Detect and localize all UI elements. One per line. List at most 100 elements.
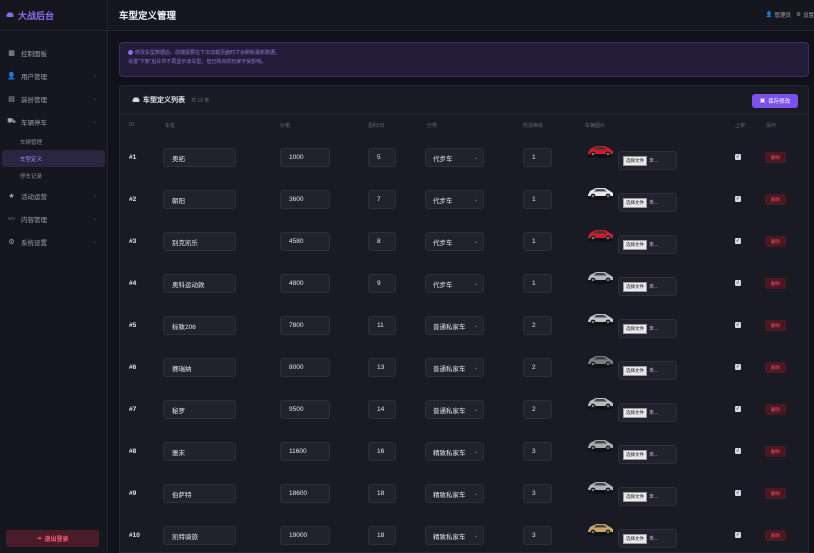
delete-button[interactable]: 删除 <box>765 530 786 541</box>
sidebar-subitem[interactable]: 车辆管理 <box>0 133 107 150</box>
file-input[interactable]: 选择文件 未... <box>618 151 677 170</box>
category-select[interactable]: 代步车 ⌄ <box>425 148 484 167</box>
choose-file-button[interactable]: 选择文件 <box>623 155 647 166</box>
category-select[interactable]: 代步车 ⌄ <box>425 274 484 293</box>
listed-checkbox[interactable]: ✓ <box>735 196 741 202</box>
delete-button[interactable]: 删除 <box>765 446 786 457</box>
brand[interactable]: 大战后台 <box>0 0 107 31</box>
file-input[interactable]: 选择文件 未... <box>618 235 677 254</box>
daily-profit-input[interactable]: 7 <box>368 190 396 209</box>
choose-file-button[interactable]: 选择文件 <box>623 281 647 292</box>
car-name-input[interactable]: 伯萨特 <box>163 484 236 503</box>
sidebar-subitem[interactable]: 停车记录 <box>0 167 107 184</box>
file-input[interactable]: 选择文件 未... <box>618 403 677 422</box>
price-input[interactable]: 19000 <box>280 526 330 545</box>
category-select[interactable]: 普通私家车 ⌄ <box>425 400 484 419</box>
listed-checkbox[interactable]: ✓ <box>735 238 741 244</box>
category-select[interactable]: 精致私家车 ⌄ <box>425 484 484 503</box>
listed-checkbox[interactable]: ✓ <box>735 490 741 496</box>
delete-button[interactable]: 删除 <box>765 236 786 247</box>
listed-checkbox[interactable]: ✓ <box>735 406 741 412</box>
car-name-input[interactable]: 标致206 <box>163 316 236 335</box>
category-select[interactable]: 代步车 ⌄ <box>425 190 484 209</box>
level-input[interactable]: 3 <box>523 484 552 503</box>
delete-button[interactable]: 删除 <box>765 320 786 331</box>
sidebar-item-user[interactable]: 👤 用户管理 ⌄ <box>0 64 107 87</box>
sidebar-item-star[interactable]: ★ 活动运营 ⌄ <box>0 184 107 207</box>
sidebar-item-car[interactable]: ⛟ 车辆停车 ⌄ <box>0 110 107 133</box>
delete-button[interactable]: 删除 <box>765 278 786 289</box>
daily-profit-input[interactable]: 11 <box>368 316 396 335</box>
price-input[interactable]: 8000 <box>280 358 330 377</box>
sidebar-item-gear[interactable]: ⚙ 系统设置 ⌄ <box>0 230 107 253</box>
price-input[interactable]: 9500 <box>280 400 330 419</box>
daily-profit-input[interactable]: 5 <box>368 148 396 167</box>
category-select[interactable]: 代步车 ⌄ <box>425 232 484 251</box>
car-name-input[interactable]: 奥拓 <box>163 148 236 167</box>
car-name-input[interactable]: 雅末 <box>163 442 236 461</box>
price-input[interactable]: 1000 <box>280 148 330 167</box>
choose-file-button[interactable]: 选择文件 <box>623 323 647 334</box>
daily-profit-input[interactable]: 13 <box>368 358 396 377</box>
choose-file-button[interactable]: 选择文件 <box>623 239 647 250</box>
file-input[interactable]: 选择文件 未... <box>618 361 677 380</box>
choose-file-button[interactable]: 选择文件 <box>623 197 647 208</box>
daily-profit-input[interactable]: 18 <box>368 484 396 503</box>
listed-checkbox[interactable]: ✓ <box>735 322 741 328</box>
file-input[interactable]: 选择文件 未... <box>618 529 677 548</box>
listed-checkbox[interactable]: ✓ <box>735 364 741 370</box>
sidebar-subitem[interactable]: 车型定义 <box>2 150 105 167</box>
level-input[interactable]: 3 <box>523 442 552 461</box>
daily-profit-input[interactable]: 8 <box>368 232 396 251</box>
level-input[interactable]: 1 <box>523 148 552 167</box>
logout-button[interactable]: ⇥ 退出登录 <box>6 530 99 547</box>
listed-checkbox[interactable]: ✓ <box>735 154 741 160</box>
choose-file-button[interactable]: 选择文件 <box>623 491 647 502</box>
listed-checkbox[interactable]: ✓ <box>735 280 741 286</box>
sidebar-item-chart[interactable]: 〰内容管理 ⌄ <box>0 207 107 230</box>
level-input[interactable]: 1 <box>523 274 552 293</box>
save-button[interactable]: ▣ 保存修改 <box>752 94 798 108</box>
car-name-input[interactable]: 赛瑞纳 <box>163 358 236 377</box>
delete-button[interactable]: 删除 <box>765 152 786 163</box>
category-select[interactable]: 精致私家车 ⌄ <box>425 526 484 545</box>
level-input[interactable]: 2 <box>523 316 552 335</box>
level-input[interactable]: 3 <box>523 526 552 545</box>
daily-profit-input[interactable]: 9 <box>368 274 396 293</box>
car-name-input[interactable]: 别克凯乐 <box>163 232 236 251</box>
file-input[interactable]: 选择文件 未... <box>618 277 677 296</box>
file-input[interactable]: 选择文件 未... <box>618 193 677 212</box>
level-input[interactable]: 2 <box>523 400 552 419</box>
car-name-input[interactable]: 奥科运动款 <box>163 274 236 293</box>
category-select[interactable]: 普通私家车 ⌄ <box>425 358 484 377</box>
sidebar-item-dashboard[interactable]: ▦ 控制面板 <box>0 41 107 64</box>
car-name-input[interactable]: 朝阳 <box>163 190 236 209</box>
delete-button[interactable]: 删除 <box>765 404 786 415</box>
listed-checkbox[interactable]: ✓ <box>735 532 741 538</box>
listed-checkbox[interactable]: ✓ <box>735 448 741 454</box>
price-input[interactable]: 11600 <box>280 442 330 461</box>
file-input[interactable]: 选择文件 未... <box>618 487 677 506</box>
daily-profit-input[interactable]: 14 <box>368 400 396 419</box>
price-input[interactable]: 4800 <box>280 274 330 293</box>
category-select[interactable]: 精致私家车 ⌄ <box>425 442 484 461</box>
level-input[interactable]: 1 <box>523 190 552 209</box>
choose-file-button[interactable]: 选择文件 <box>623 533 647 544</box>
delete-button[interactable]: 删除 <box>765 362 786 373</box>
daily-profit-input[interactable]: 18 <box>368 526 396 545</box>
category-select[interactable]: 普通私家车 ⌄ <box>425 316 484 335</box>
sidebar-item-card[interactable]: ▤ 装扮管理 ⌄ <box>0 87 107 110</box>
admin-menu[interactable]: 👤 管理员 <box>766 11 791 19</box>
price-input[interactable]: 7800 <box>280 316 330 335</box>
price-input[interactable]: 18600 <box>280 484 330 503</box>
car-name-input[interactable]: 秘罗 <box>163 400 236 419</box>
delete-button[interactable]: 删除 <box>765 488 786 499</box>
price-input[interactable]: 3600 <box>280 190 330 209</box>
price-input[interactable]: 4580 <box>280 232 330 251</box>
car-name-input[interactable]: 凯特骑旅 <box>163 526 236 545</box>
settings-menu[interactable]: ⚙ 设置 <box>796 11 814 19</box>
level-input[interactable]: 1 <box>523 232 552 251</box>
file-input[interactable]: 选择文件 未... <box>618 319 677 338</box>
delete-button[interactable]: 删除 <box>765 194 786 205</box>
daily-profit-input[interactable]: 16 <box>368 442 396 461</box>
